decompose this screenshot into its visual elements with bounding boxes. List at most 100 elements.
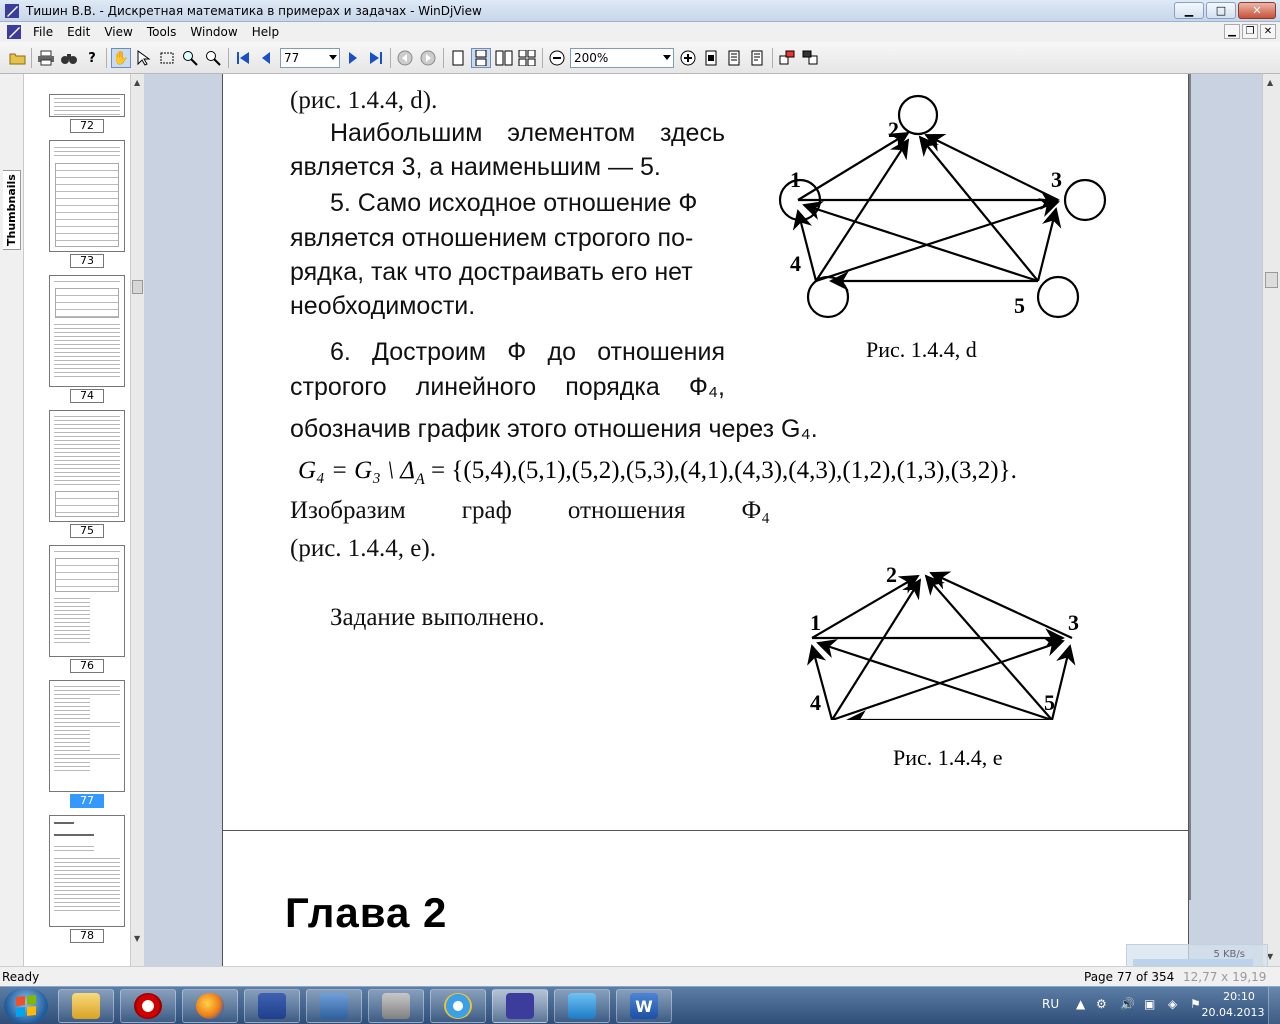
graph-e-node-label: 2 bbox=[886, 562, 897, 587]
first-page-icon[interactable] bbox=[233, 48, 253, 68]
menu-tools[interactable]: Tools bbox=[140, 25, 184, 39]
thumbnail-label[interactable]: 72 bbox=[70, 119, 104, 133]
document-scrollbar[interactable]: ▲ ▼ bbox=[1262, 74, 1280, 966]
volume-icon[interactable]: 🔊 bbox=[1120, 997, 1135, 1011]
thumbnail-page[interactable] bbox=[49, 94, 125, 117]
word-taskbar-icon[interactable]: W bbox=[616, 989, 672, 1023]
start-button[interactable] bbox=[4, 989, 48, 1023]
taskbar: W RU ▲ ⚙ 🔊 ▣ ◈ ⚑ 20:10 20.04.2013 bbox=[0, 986, 1280, 1024]
fit-width-icon[interactable] bbox=[724, 48, 744, 68]
thumbnail-label[interactable]: 75 bbox=[70, 524, 104, 538]
explorer-taskbar-icon[interactable] bbox=[58, 989, 114, 1023]
forward-icon[interactable] bbox=[418, 48, 438, 68]
status-bar: Ready Page 77 of 354 12,77 x 19,19 cm bbox=[0, 966, 1280, 998]
formula-lhs: G₄ = G₃ \ Δ bbox=[298, 457, 415, 484]
mail-taskbar-icon[interactable] bbox=[554, 989, 610, 1023]
language-indicator[interactable]: RU bbox=[1042, 997, 1059, 1011]
thumbnail-page[interactable] bbox=[49, 815, 125, 927]
scrollbar-thumb[interactable] bbox=[1265, 272, 1278, 288]
tools-taskbar-icon[interactable] bbox=[368, 989, 424, 1023]
back-icon[interactable] bbox=[395, 48, 415, 68]
page-number-combo[interactable]: 77 bbox=[280, 48, 340, 68]
scroll-down-arrow-icon[interactable]: ▼ bbox=[134, 934, 140, 943]
menu-help[interactable]: Help bbox=[245, 25, 286, 39]
continuous-facing-icon[interactable] bbox=[517, 48, 537, 68]
thumbnail-label[interactable]: 78 bbox=[70, 929, 104, 943]
scrollbar-thumb[interactable] bbox=[132, 280, 143, 294]
maximize-button[interactable]: □ bbox=[1206, 2, 1236, 19]
menu-window[interactable]: Window bbox=[183, 25, 244, 39]
zoom-rect-icon[interactable] bbox=[203, 48, 223, 68]
rect-select-icon[interactable] bbox=[157, 48, 177, 68]
windjview-taskbar-icon[interactable] bbox=[492, 989, 548, 1023]
firefox-taskbar-icon[interactable] bbox=[182, 989, 238, 1023]
thumbnail-page[interactable] bbox=[49, 275, 125, 387]
close-button[interactable]: ✕ bbox=[1238, 2, 1276, 19]
zoom-in-icon[interactable] bbox=[678, 48, 698, 68]
show-hidden-icons-icon[interactable]: ▲ bbox=[1076, 997, 1085, 1011]
open-folder-icon[interactable] bbox=[8, 48, 28, 68]
thumbnail-label[interactable]: 73 bbox=[70, 254, 104, 268]
tray-icon[interactable]: ◈ bbox=[1168, 997, 1177, 1011]
thumbnail-label[interactable]: 76 bbox=[70, 659, 104, 673]
chevron-down-icon[interactable] bbox=[329, 55, 337, 60]
tray-app-icon[interactable]: ⚙ bbox=[1096, 997, 1107, 1011]
clock-date[interactable]: 20.04.2013 bbox=[1198, 1006, 1268, 1019]
continuous-page-icon[interactable] bbox=[471, 48, 491, 68]
scroll-up-arrow-icon[interactable]: ▲ bbox=[134, 78, 140, 87]
network-icon[interactable]: ▣ bbox=[1144, 997, 1155, 1011]
thumbnail-label-selected[interactable]: 77 bbox=[70, 794, 104, 808]
document-page: Глава 2 bbox=[222, 830, 1189, 966]
title-bar: Тишин В.В. - Дискретная математика в при… bbox=[0, 0, 1280, 22]
menu-view[interactable]: View bbox=[97, 25, 139, 39]
zoom-out-icon[interactable] bbox=[547, 48, 567, 68]
scroll-up-arrow-icon[interactable]: ▲ bbox=[1267, 78, 1273, 87]
zoom-combo[interactable]: 200% bbox=[570, 48, 674, 68]
thumbnails-tab[interactable]: Thumbnails bbox=[3, 170, 21, 250]
ie-taskbar-icon[interactable] bbox=[430, 989, 486, 1023]
chevron-down-icon[interactable] bbox=[663, 55, 671, 60]
doc-restore-button[interactable]: ❐ bbox=[1242, 24, 1258, 39]
zoom-tool-icon[interactable] bbox=[180, 48, 200, 68]
rotate-left-icon[interactable] bbox=[777, 48, 797, 68]
menu-file[interactable]: File bbox=[26, 25, 60, 39]
text-line: является 3, а наименьшим — 5. bbox=[290, 153, 661, 181]
find-binoculars-icon[interactable] bbox=[59, 48, 79, 68]
select-tool-icon[interactable] bbox=[134, 48, 154, 68]
actual-size-icon[interactable] bbox=[747, 48, 767, 68]
show-desktop-button[interactable] bbox=[1268, 987, 1280, 1024]
firefox-icon bbox=[196, 993, 224, 1019]
thumbnail-page[interactable] bbox=[49, 545, 125, 657]
formula-sub: A bbox=[414, 471, 425, 488]
last-page-icon[interactable] bbox=[366, 48, 386, 68]
print-icon[interactable] bbox=[36, 48, 56, 68]
facing-pages-icon[interactable] bbox=[494, 48, 514, 68]
next-page-icon[interactable] bbox=[343, 48, 363, 68]
opera-taskbar-icon[interactable] bbox=[120, 989, 176, 1023]
menu-edit[interactable]: Edit bbox=[60, 25, 97, 39]
thumbnails-scrollbar[interactable]: ▲ ▼ bbox=[130, 74, 144, 966]
clock-time[interactable]: 20:10 bbox=[1214, 990, 1264, 1003]
previous-page-icon[interactable] bbox=[256, 48, 276, 68]
single-page-icon[interactable] bbox=[448, 48, 468, 68]
minimize-button[interactable]: ▁ bbox=[1174, 2, 1204, 19]
save-app-taskbar-icon[interactable] bbox=[244, 989, 300, 1023]
fit-page-icon[interactable] bbox=[701, 48, 721, 68]
graph-figure-d: 2 1 3 4 5 bbox=[778, 94, 1107, 319]
rotate-right-icon[interactable] bbox=[800, 48, 820, 68]
graph-d-node-label: 4 bbox=[790, 251, 801, 276]
document-view[interactable]: (рис. 1.4.4, d). Наибольшим элементом зд… bbox=[144, 74, 1262, 966]
document-icon[interactable] bbox=[6, 24, 22, 40]
thumbnail-label[interactable]: 74 bbox=[70, 389, 104, 403]
help-icon[interactable]: ? bbox=[82, 48, 102, 68]
hand-tool-icon[interactable]: ✋ bbox=[111, 48, 131, 68]
thumbnail-page[interactable] bbox=[49, 410, 125, 522]
doc-close-button[interactable]: ✕ bbox=[1260, 24, 1276, 39]
thumbnails-panel[interactable]: 72 73 74 75 76 77 78 bbox=[24, 74, 144, 966]
internet-explorer-icon bbox=[444, 993, 472, 1019]
doc-minimize-button[interactable]: ▁ bbox=[1224, 24, 1240, 39]
thumbnail-page[interactable] bbox=[49, 140, 125, 252]
control-panel-taskbar-icon[interactable] bbox=[306, 989, 362, 1023]
status-page-info: Page 77 of 354 bbox=[1084, 970, 1175, 984]
thumbnail-page-selected[interactable] bbox=[49, 680, 125, 792]
